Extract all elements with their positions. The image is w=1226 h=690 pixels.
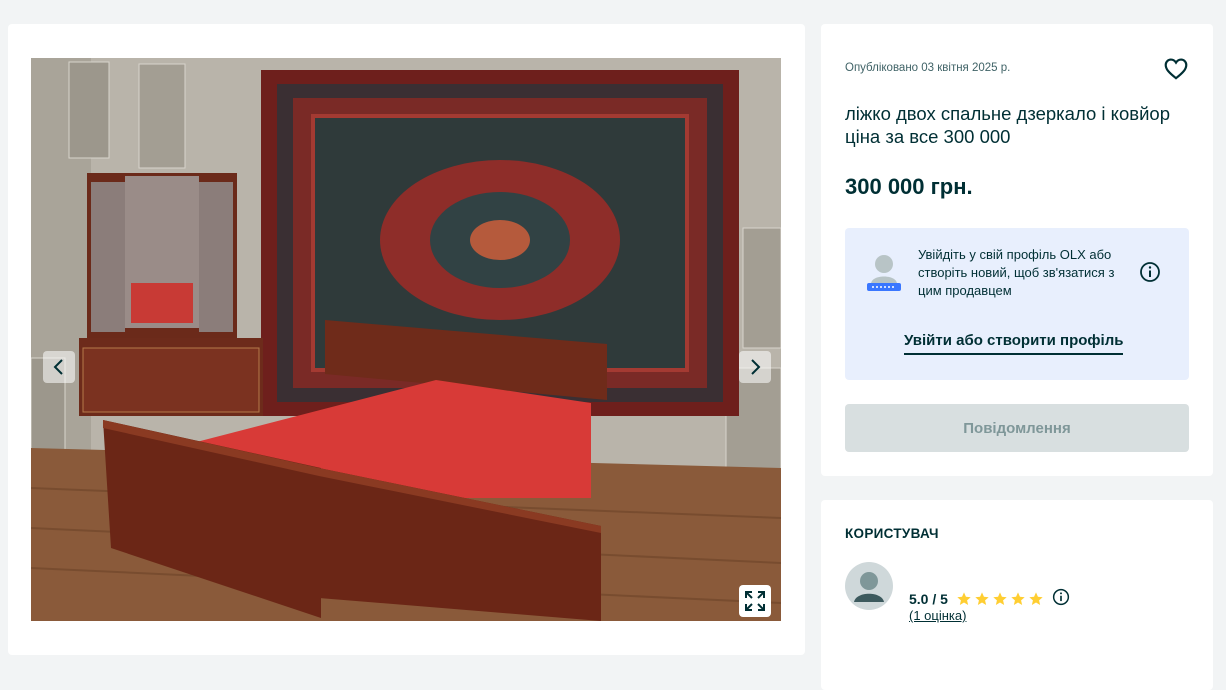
next-photo-button[interactable]: [739, 351, 771, 383]
info-icon[interactable]: [1139, 261, 1161, 283]
info-icon[interactable]: [1052, 588, 1070, 610]
login-avatar-icon: [865, 250, 903, 294]
listing-price: 300 000 грн.: [845, 174, 973, 199]
login-prompt-box: Увійдіть у свій профіль OLX або створіть…: [845, 228, 1189, 380]
favorite-button[interactable]: [1163, 56, 1189, 82]
star-icon: [957, 592, 971, 605]
star-icon: [993, 592, 1007, 605]
heart-icon: [1164, 58, 1188, 80]
star-icon: [1011, 592, 1025, 605]
gallery-card: [8, 24, 805, 655]
rating-line: 5.0 / 5: [909, 588, 1070, 610]
star-icon: [975, 592, 989, 605]
listing-title: ліжко двох спальне дзеркало і ковйор цін…: [845, 103, 1170, 147]
login-prompt-text: Увійдіть у свій профіль OLX або створіть…: [918, 247, 1115, 298]
login-or-register-link[interactable]: Увійти або створити профіль: [904, 332, 1124, 355]
previous-photo-button[interactable]: [43, 351, 75, 383]
rating-count-link[interactable]: (1 оцінка): [909, 608, 966, 623]
rating-stars: [956, 591, 1044, 607]
user-card: КОРИСТУВАЧ 5.0 / 5 (1 оцінка): [821, 500, 1213, 690]
rating-value: 5.0 / 5: [909, 591, 948, 607]
chevron-left-icon: [53, 359, 63, 375]
chevron-right-icon: [751, 359, 761, 375]
fullscreen-button[interactable]: [739, 585, 771, 617]
bedroom-photo-image: [31, 58, 781, 621]
user-section-heading: КОРИСТУВАЧ: [845, 526, 939, 541]
listing-photo[interactable]: [31, 58, 781, 621]
message-button[interactable]: Повідомлення: [845, 404, 1189, 452]
star-icon: [1029, 592, 1043, 605]
published-date: Опубліковано 03 квітня 2025 р.: [845, 62, 1011, 74]
listing-info-card: Опубліковано 03 квітня 2025 р. ліжко дво…: [821, 24, 1213, 476]
expand-icon: [745, 591, 765, 611]
avatar[interactable]: [845, 562, 893, 610]
